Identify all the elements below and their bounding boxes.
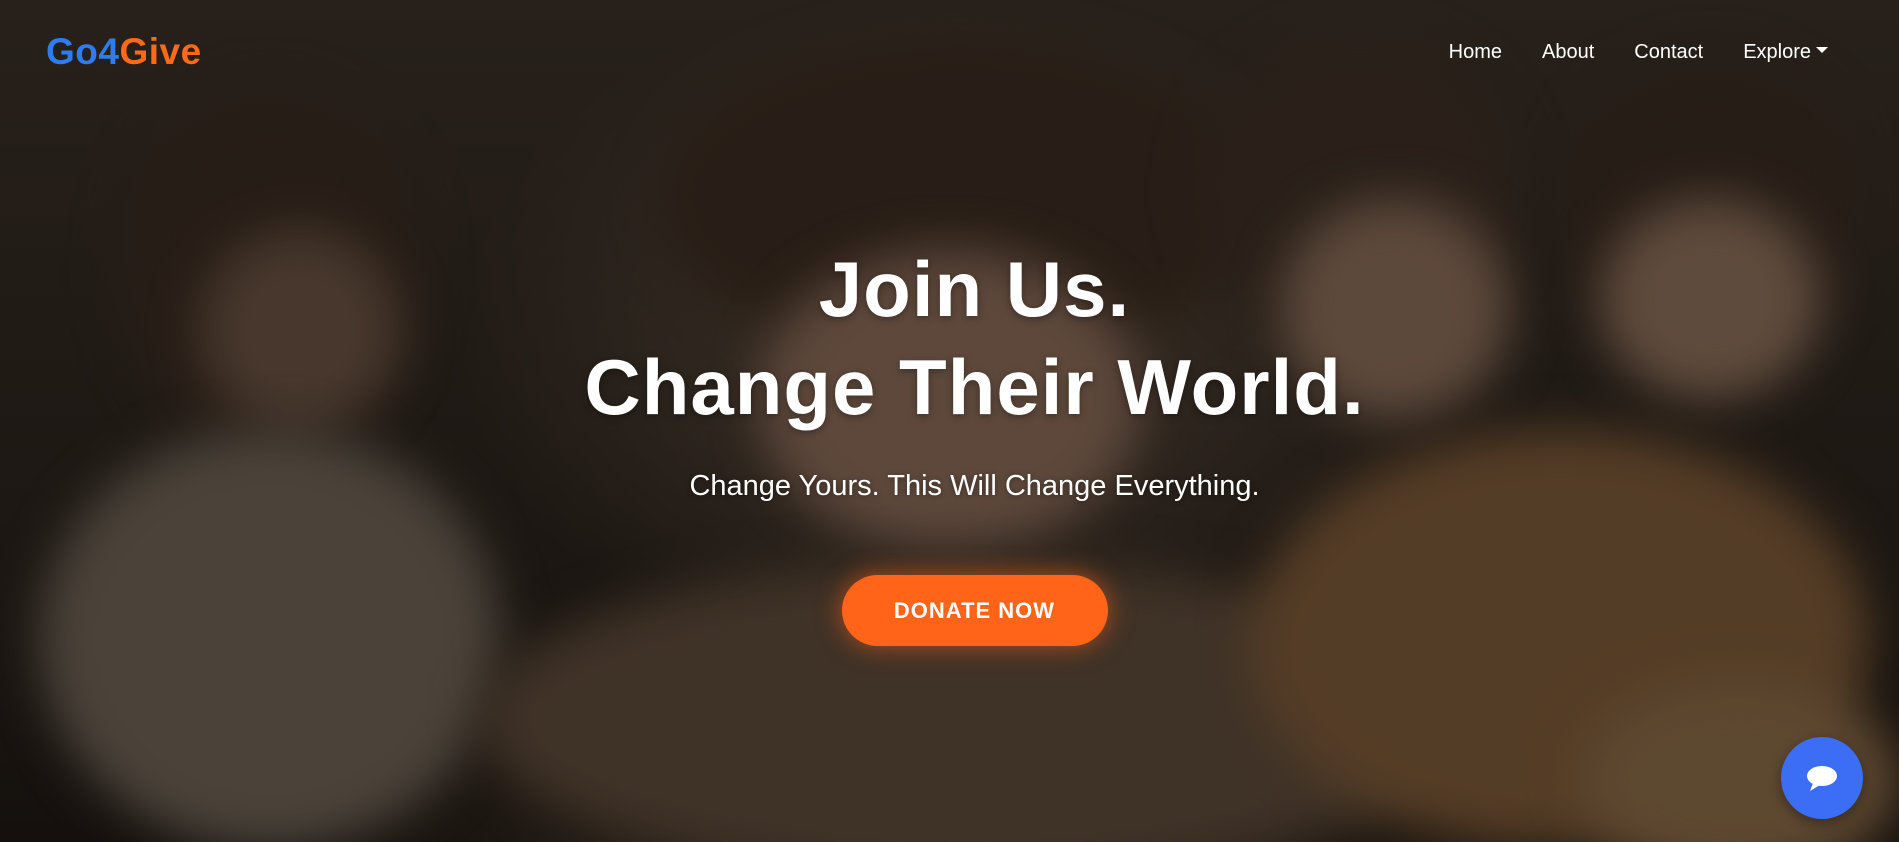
chat-launcher-button[interactable] [1781, 737, 1863, 819]
hero-content: Join Us. Change Their World. Change Your… [0, 240, 1899, 646]
nav-link-contact-label: Contact [1634, 40, 1704, 63]
brand-logo-part1: Go4 [46, 31, 120, 72]
hero-headline-line1: Join Us. [818, 245, 1131, 333]
brand-logo-part2: Give [119, 31, 202, 72]
nav-dropdown-explore[interactable]: Explore [1743, 41, 1828, 64]
hero-headline: Join Us. Change Their World. [50, 240, 1899, 436]
nav-link-about-label: About [1541, 40, 1595, 63]
nav-link-about[interactable]: About [1542, 41, 1594, 64]
nav-link-home[interactable]: Home [1449, 41, 1502, 64]
nav-dropdown-explore-label: Explore [1743, 40, 1811, 63]
hero-subheadline: Change Yours. This Will Change Everythin… [689, 470, 1260, 502]
nav-link-home-label: Home [1448, 40, 1502, 63]
donate-now-button[interactable]: DONATE NOW [841, 575, 1108, 646]
nav-links: Home About Contact Explore [1449, 41, 1828, 64]
top-navbar: Go4 Give Home About Contact Explore [0, 0, 1899, 104]
brand-logo[interactable]: Go4 Give [46, 31, 202, 73]
hero-headline-line2: Change Their World. [584, 343, 1365, 431]
nav-link-contact[interactable]: Contact [1634, 41, 1703, 64]
chat-bubble-icon [1807, 766, 1837, 791]
hero-section: Go4 Give Home About Contact Explore Join… [0, 0, 1899, 842]
caret-down-icon [1816, 47, 1828, 53]
